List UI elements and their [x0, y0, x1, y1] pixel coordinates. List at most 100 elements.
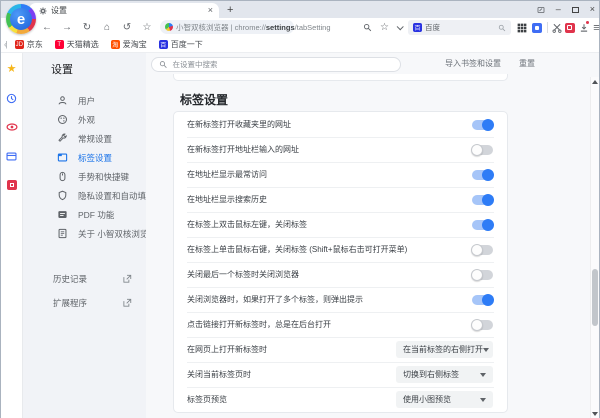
setting-row: 关闭当前标签页时切换到右侧标签	[174, 362, 507, 387]
dropdown-select[interactable]: 在当前标签的右侧打开	[396, 341, 493, 358]
feedback-icon[interactable]	[537, 6, 545, 14]
restore-tab-icon[interactable]: ↺	[120, 18, 134, 37]
extension-red-icon[interactable]	[563, 18, 576, 37]
tab-icon	[57, 152, 68, 163]
maximize-button[interactable]	[572, 7, 579, 13]
bookmark-item[interactable]: 淘爱淘宝	[111, 39, 147, 50]
browser-tab-settings[interactable]: 设置 ×	[29, 3, 219, 18]
minimize-button[interactable]: –	[556, 5, 561, 14]
history-clock-icon[interactable]	[6, 92, 18, 104]
screenshot-scissors-icon[interactable]	[550, 18, 563, 37]
sidebar-item-pdf[interactable]: PDF 功能	[23, 205, 146, 224]
toggle-switch[interactable]	[472, 295, 493, 305]
toggle-switch[interactable]	[472, 220, 493, 230]
red-app-icon[interactable]	[6, 179, 18, 191]
sidebar-item-label: 常规设置	[78, 133, 112, 145]
download-icon[interactable]	[577, 18, 590, 37]
setting-row: 关闭最后一个标签时关闭浏览器	[174, 262, 507, 287]
toggle-switch[interactable]	[472, 195, 493, 205]
setting-label: 关闭最后一个标签时关闭浏览器	[187, 269, 472, 280]
eye-icon[interactable]	[6, 121, 18, 133]
setting-label: 在标签上双击鼠标左键，关闭标签	[187, 219, 472, 230]
user-icon	[57, 95, 68, 106]
scroll-down-arrow[interactable]	[592, 412, 598, 416]
scrollbar[interactable]	[590, 77, 599, 418]
setting-label: 关闭浏览器时，如果打开了多个标签，则弹出提示	[187, 294, 472, 305]
bookmark-item[interactable]: T天猫精选	[55, 39, 99, 50]
bookmark-label: 京东	[27, 39, 43, 50]
bookmark-favicon: JD	[15, 40, 24, 49]
forward-icon[interactable]: →	[60, 18, 74, 37]
sidebar-link[interactable]: 历史记录	[23, 267, 146, 291]
toggle-switch[interactable]	[472, 245, 493, 255]
setting-label: 关闭当前标签页时	[187, 369, 396, 380]
settings-search-input[interactable]	[172, 60, 393, 69]
reset-button[interactable]: 重置	[519, 58, 535, 69]
sidebar-item-wrench[interactable]: 常规设置	[23, 129, 146, 148]
settings-title: 设置	[23, 61, 146, 77]
settings-sidebar: 设置 用户外观常规设置标签设置手势和快捷键隐私设置和自动填充PDF 功能关于 小…	[23, 53, 146, 418]
bookmark-favicon: T	[55, 40, 64, 49]
dropdown-arrow-icon	[483, 348, 489, 352]
sidebar-item-tab[interactable]: 标签设置	[23, 148, 146, 167]
bookmark-item[interactable]: 百百度一下	[159, 39, 203, 50]
setting-label: 在地址栏显示最常访问	[187, 169, 472, 180]
favorites-star-icon[interactable]: ★	[6, 63, 18, 75]
bookmark-page-star-icon[interactable]: ☆	[380, 18, 389, 37]
mouse-icon	[57, 171, 68, 182]
scrollbar-thumb[interactable]	[592, 269, 598, 326]
reload-icon[interactable]: ↻	[80, 18, 94, 37]
address-bar[interactable]: 小智双核浏览器 | chrome://settings/tabSetting	[160, 20, 294, 34]
browser-logo-icon: e	[6, 4, 36, 34]
toggle-switch[interactable]	[472, 120, 493, 130]
baidu-icon: 百	[413, 23, 422, 32]
sidebar-link-label: 历史记录	[53, 273, 87, 285]
setting-row: 在地址栏显示最常访问	[174, 162, 507, 187]
gear-icon	[39, 7, 47, 15]
sidebar-item-mouse[interactable]: 手势和快捷键	[23, 167, 146, 186]
sidebar-item-info[interactable]: 关于 小智双核浏览器	[23, 224, 146, 243]
toggle-switch[interactable]	[472, 320, 493, 330]
toggle-switch[interactable]	[472, 145, 493, 155]
setting-label: 在标签上单击鼠标右键，关闭标签 (Shift+鼠标右击可打开菜单)	[187, 244, 472, 255]
back-icon[interactable]: ←	[40, 18, 54, 37]
close-window-button[interactable]: ×	[590, 5, 595, 14]
setting-label: 在网页上打开新标签时	[187, 344, 396, 355]
search-icon[interactable]	[498, 24, 506, 32]
import-bookmarks-button[interactable]: 导入书签和设置	[445, 58, 501, 69]
toolbar-divider	[547, 22, 548, 33]
home-icon[interactable]: ⌂	[100, 18, 114, 37]
pdf-icon	[57, 209, 68, 220]
sidebar-item-appearance[interactable]: 外观	[23, 110, 146, 129]
collapse-bookmarks-icon[interactable]: ‹|	[4, 40, 7, 49]
search-icon	[159, 60, 167, 69]
settings-nav-items: 用户外观常规设置标签设置手势和快捷键隐私设置和自动填充PDF 功能关于 小智双核…	[23, 91, 146, 243]
sidebar-item-label: 外观	[78, 114, 95, 126]
extension-blue-icon[interactable]	[530, 18, 543, 37]
zoom-icon[interactable]	[363, 18, 372, 37]
sidebar-link[interactable]: 扩展程序	[23, 291, 146, 315]
info-icon	[57, 228, 68, 239]
settings-search-box[interactable]	[151, 57, 401, 72]
bookmark-item[interactable]: JD京东	[15, 39, 43, 50]
url-text: 小智双核浏览器 | chrome://settings/tabSetting	[176, 22, 331, 33]
wallet-card-icon[interactable]	[6, 150, 18, 162]
sidebar-item-shield[interactable]: 隐私设置和自动填充	[23, 186, 146, 205]
toggle-switch[interactable]	[472, 170, 493, 180]
new-tab-button[interactable]: +	[227, 4, 233, 17]
chevron-down-icon[interactable]	[397, 18, 402, 37]
scroll-up-arrow[interactable]	[592, 80, 598, 84]
tab-title: 设置	[51, 5, 208, 16]
tab-close-icon[interactable]: ×	[208, 6, 213, 15]
menu-icon[interactable]: ≡	[590, 18, 600, 37]
search-engine-box[interactable]: 百 百度	[408, 20, 511, 35]
dropdown-select[interactable]: 使用小图预览	[396, 391, 493, 408]
sidebar-item-user[interactable]: 用户	[23, 91, 146, 110]
dropdown-value: 切换到右侧标签	[403, 369, 480, 380]
favorite-star-icon[interactable]: ☆	[140, 18, 154, 37]
external-link-icon	[122, 274, 132, 284]
apps-grid-icon[interactable]	[515, 18, 528, 37]
sidebar-item-label: 手势和快捷键	[78, 171, 129, 183]
toggle-switch[interactable]	[472, 270, 493, 280]
dropdown-select[interactable]: 切换到右侧标签	[396, 366, 493, 383]
